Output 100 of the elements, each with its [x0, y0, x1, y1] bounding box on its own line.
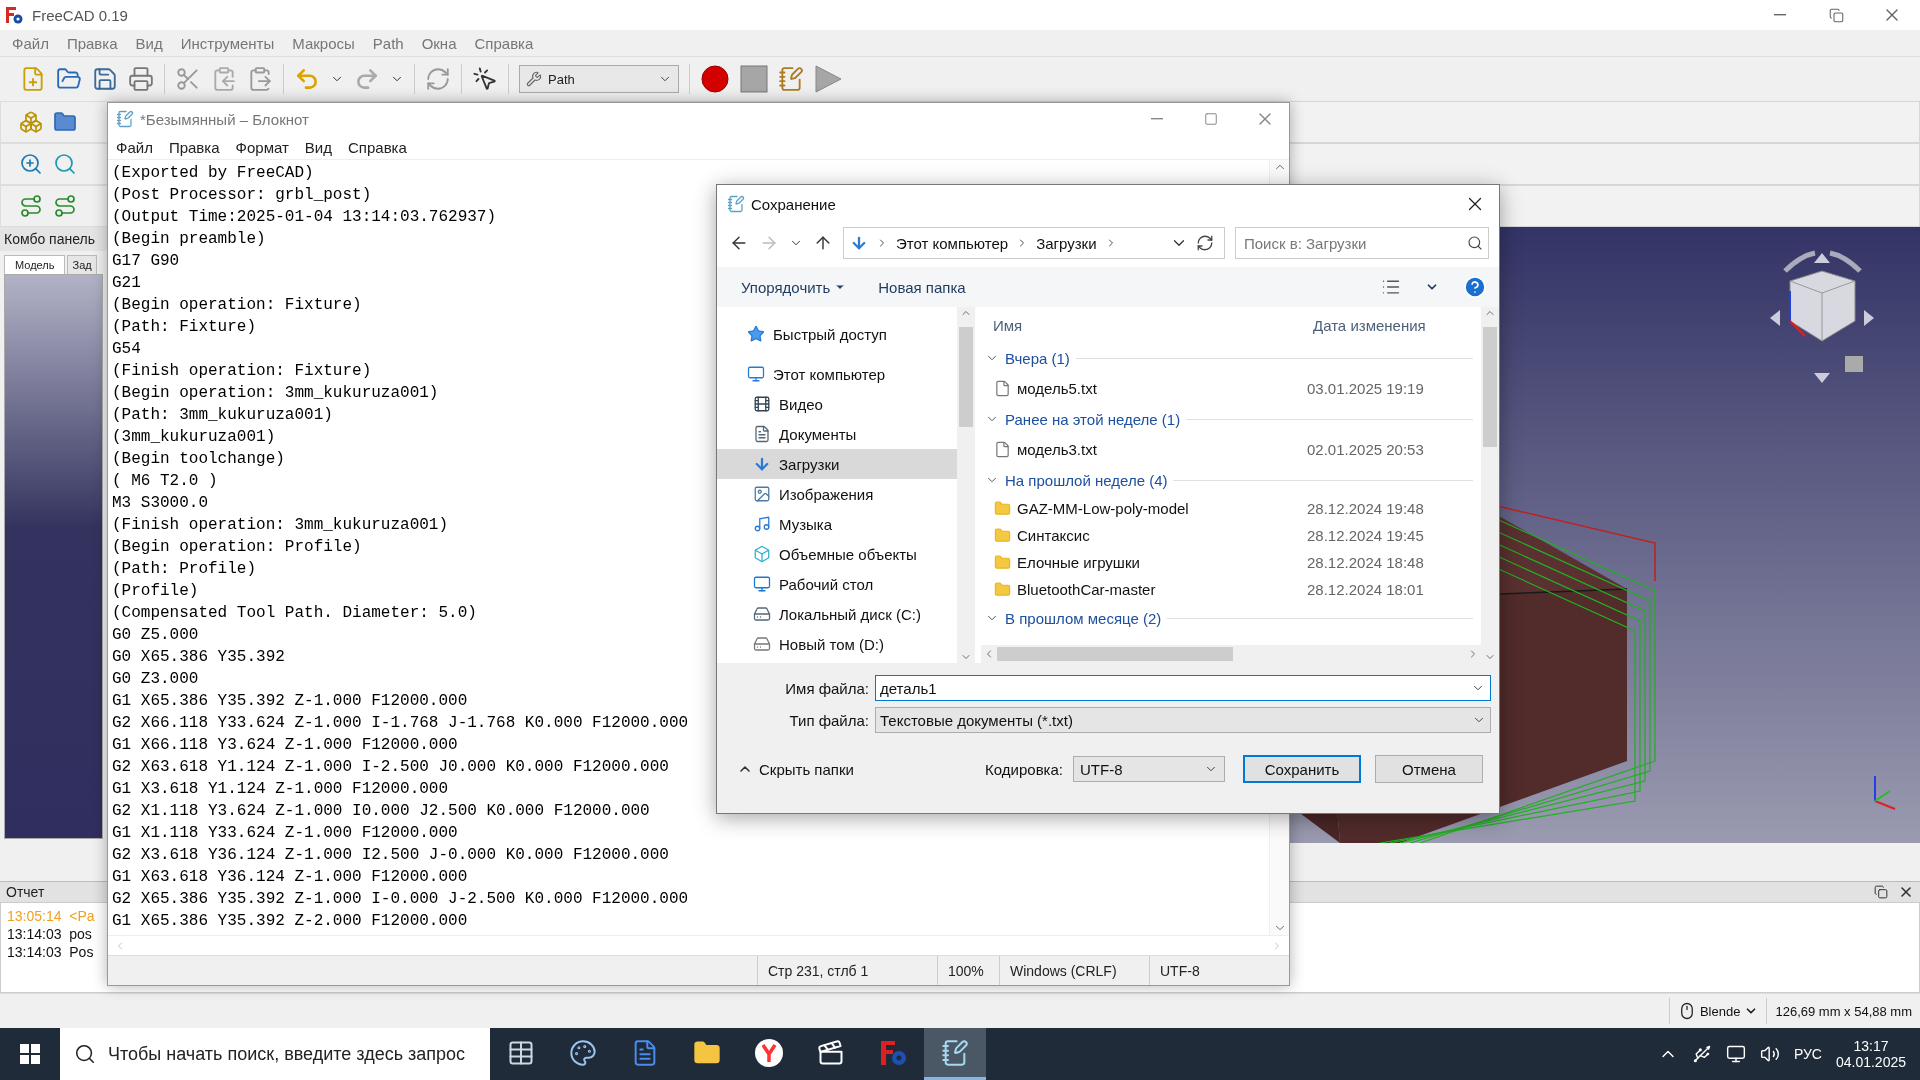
folder-icon	[994, 527, 1011, 544]
scroll-thumb[interactable]	[997, 647, 1233, 661]
file-date: 02.01.2025 20:53	[1307, 441, 1424, 458]
file-row[interactable]: BluetoothCar-master 28.12.2024 18:01	[981, 576, 1481, 603]
file-row[interactable]: модель3.txt 02.01.2025 20:53	[981, 434, 1481, 465]
code-line: G2 X1.118 Y3.624 Z-1.000 I0.000 J2.500 K0.000 F12000.000	[112, 801, 650, 822]
nav-tree-item[interactable]: Загрузки	[717, 449, 957, 479]
record-icon[interactable]	[700, 64, 730, 94]
cut-icon[interactable]	[175, 66, 201, 92]
file-type-dropdown[interactable]: Текстовые документы (*.txt)	[875, 707, 1491, 733]
file-row[interactable]: GAZ-MM-Low-poly-model 28.12.2024 19:48	[981, 495, 1481, 522]
nav-tree-item[interactable]: Быстрый доступ	[717, 319, 957, 349]
download-icon	[850, 234, 868, 252]
close-icon[interactable]	[1898, 884, 1914, 900]
help-icon[interactable]	[1463, 275, 1487, 299]
whats-this-icon[interactable]	[472, 66, 498, 92]
column-header[interactable]: Имя	[981, 316, 1311, 334]
code-line: G1 X3.618 Y1.124 Z-1.000 F12000.000	[112, 779, 449, 800]
nav-tree-item[interactable]: Музыка	[717, 509, 957, 539]
panel-title: Отчет	[6, 884, 45, 900]
code-line: G1 X65.386 Y35.392 Z-1.000 F12000.000	[112, 691, 468, 712]
scrollbar[interactable]	[1481, 307, 1499, 663]
menu-item[interactable]: Формат	[227, 136, 297, 158]
menu-item[interactable]: Файл	[4, 32, 57, 54]
menu-item[interactable]: Справка	[340, 136, 415, 158]
paste-icon[interactable]	[247, 66, 273, 92]
folder-icon[interactable]	[53, 110, 77, 134]
dialog-button[interactable]: Отмена	[1375, 755, 1483, 783]
breadcrumb-item[interactable]: Загрузки	[1036, 234, 1097, 252]
language-indicator[interactable]: РУС	[1793, 1046, 1822, 1062]
file-name: BluetoothCar-master	[1016, 581, 1157, 598]
clock-date[interactable]: 04.01.2025	[1835, 1054, 1906, 1070]
refresh-icon[interactable]	[1196, 234, 1214, 252]
scrollbar[interactable]	[957, 307, 975, 663]
app-logo	[4, 5, 24, 25]
code-line: (Path: Profile)	[112, 559, 257, 580]
folder-icon	[994, 554, 1011, 571]
view-options-icon[interactable]	[1381, 277, 1401, 297]
scroll-thumb[interactable]	[1483, 327, 1497, 447]
hide-folders-button[interactable]: Скрыть папки	[731, 759, 860, 779]
menu-item[interactable]: Вид	[296, 136, 340, 158]
film-icon	[753, 395, 771, 413]
breadcrumb-item[interactable]: Этот компьютер	[896, 234, 1009, 252]
toolbar-button[interactable]: Новая папка	[874, 274, 970, 300]
file-name: модель3.txt	[1016, 441, 1098, 458]
nav-tree-item[interactable]: Новый том (D:)	[717, 629, 957, 659]
nav-tree-item[interactable]: Изображения	[717, 479, 957, 509]
menu-item[interactable]: Окна	[413, 32, 465, 54]
panel-tab[interactable]: Зад	[67, 255, 97, 274]
group-header[interactable]: На прошлой неделе (4)	[981, 465, 1481, 495]
open-folder-icon[interactable]	[56, 66, 82, 92]
nav-tree-item[interactable]: Документы	[717, 419, 957, 449]
file-row[interactable]: модель5.txt 03.01.2025 19:19	[981, 373, 1481, 404]
group-header[interactable]: Вчера (1)	[981, 343, 1481, 373]
toolbar-button[interactable]: Упорядочить	[737, 274, 851, 300]
play-icon[interactable]	[814, 65, 842, 93]
nav-tree-item[interactable]: Объемные объекты	[717, 539, 957, 569]
address-bar[interactable]: Этот компьютер Загрузки	[843, 227, 1225, 259]
search-icon[interactable]	[53, 152, 77, 176]
dialog-button[interactable]: Сохранить	[1243, 755, 1361, 783]
path-icon[interactable]	[53, 194, 77, 218]
nav-tree-item[interactable]: Локальный диск (C:)	[717, 599, 957, 629]
group-header[interactable]: Ранее на этой неделе (1)	[981, 404, 1481, 434]
search-field[interactable]: Поиск в: Загрузки	[1235, 227, 1489, 259]
save-icon[interactable]	[92, 66, 118, 92]
float-icon[interactable]	[1874, 885, 1888, 899]
nav-tree-item[interactable]: Видео	[717, 389, 957, 419]
file-row[interactable]: Елочные игрушки 28.12.2024 18:48	[981, 549, 1481, 576]
parts-icon[interactable]	[19, 110, 43, 134]
file-row[interactable]: Синтаксис 28.12.2024 19:45	[981, 522, 1481, 549]
usb-icon[interactable]	[1691, 1044, 1712, 1064]
taskbar-search-field[interactable]: Чтобы начать поиск, введите здесь запрос	[60, 1028, 490, 1080]
menu-item[interactable]: Файл	[108, 136, 161, 158]
navigation-style[interactable]: Blende	[1699, 1003, 1741, 1019]
printer-icon[interactable]	[128, 66, 154, 92]
volume-icon[interactable]	[1759, 1044, 1780, 1064]
menu-item[interactable]: Справка	[466, 32, 542, 54]
nav-tree-item[interactable]: Рабочий стол	[717, 569, 957, 599]
windows-logo-icon	[20, 1044, 40, 1064]
zoom-icon[interactable]	[19, 152, 43, 176]
menu-item[interactable]: Макросы	[284, 32, 363, 54]
path-icon[interactable]	[19, 194, 43, 218]
column-header[interactable]: Дата изменения	[1311, 316, 1471, 334]
group-header[interactable]: В прошлом месяце (2)	[981, 603, 1481, 633]
filename-field[interactable]: деталь1	[875, 675, 1491, 701]
search-icon	[74, 1043, 96, 1065]
workbench-dropdown[interactable]: Path	[519, 65, 679, 93]
nav-tree-item[interactable]: Этот компьютер	[717, 359, 957, 389]
menu-item[interactable]: Правка	[160, 136, 228, 158]
macro-edit-icon[interactable]	[778, 66, 804, 92]
menu-item[interactable]: Правка	[58, 32, 126, 54]
navigation-cube[interactable]	[1770, 250, 1874, 383]
encoding-dropdown[interactable]: UTF-8	[1073, 756, 1225, 782]
menu-item[interactable]: Path	[364, 32, 412, 54]
scroll-thumb[interactable]	[959, 327, 973, 427]
notepad-icon	[727, 195, 745, 213]
panel-tab[interactable]: Модель	[4, 255, 66, 274]
menu-item[interactable]: Вид	[127, 32, 171, 54]
clock-time[interactable]: 13:17	[1853, 1038, 1889, 1054]
menu-item[interactable]: Инструменты	[172, 32, 283, 54]
